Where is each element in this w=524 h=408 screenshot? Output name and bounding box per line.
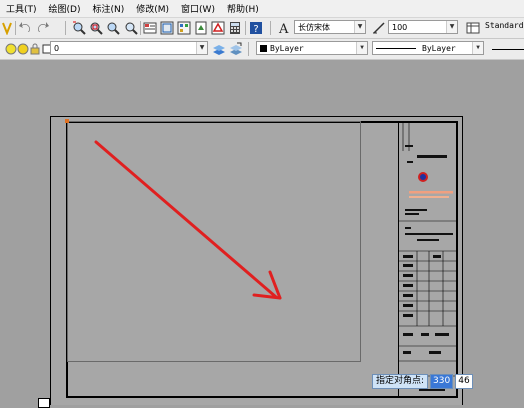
title-block <box>398 121 457 396</box>
dim-style-combo[interactable]: 100 ▼ <box>388 20 458 34</box>
linetype-value: ByLayer <box>422 44 456 53</box>
chevron-down-icon: ▼ <box>356 42 367 54</box>
linetype-sample <box>376 48 416 49</box>
text-style-icon[interactable]: A <box>277 21 291 35</box>
y-input[interactable]: 46 <box>455 373 473 389</box>
viewport-corner-marker <box>65 119 69 123</box>
pan-icon[interactable] <box>0 21 14 35</box>
x-input[interactable]: 330 <box>430 373 454 389</box>
text-style-value: 长仿宋体 <box>298 23 330 32</box>
chevron-down-icon: ▼ <box>354 21 365 33</box>
layers-toolbar: 0 ▼ ByLayer ▼ ByLayer ▼ <box>0 39 524 60</box>
zoom-extents-icon[interactable] <box>124 21 138 35</box>
menu-tools[interactable]: 工具(T) <box>0 2 43 15</box>
dim-style-icon[interactable] <box>372 21 386 35</box>
menu-window[interactable]: 窗口(W) <box>175 2 221 15</box>
zoom-previous-icon[interactable] <box>106 21 120 35</box>
tool-palette-icon[interactable] <box>177 21 191 35</box>
linetype-combo[interactable]: ByLayer ▼ <box>372 41 484 55</box>
menu-dimension[interactable]: 标注(N) <box>86 2 130 15</box>
zoom-realtime-icon[interactable] <box>72 21 86 35</box>
color-value: ByLayer <box>270 44 304 53</box>
ucs-icon <box>38 398 50 408</box>
standard-toolbar: ? A 长仿宋体 ▼ 100 ▼ Standard <box>0 18 524 39</box>
layer-combo[interactable]: 0 ▼ <box>50 41 208 55</box>
text-height-value: 100 <box>392 23 408 32</box>
menu-modify[interactable]: 修改(M) <box>130 2 175 15</box>
zoom-window-icon[interactable] <box>89 21 103 35</box>
markup-icon[interactable] <box>211 21 225 35</box>
chevron-down-icon: ▼ <box>196 42 207 54</box>
properties-icon[interactable] <box>143 21 157 35</box>
dynamic-input-prompt: 指定对角点: 330 46 <box>372 373 473 389</box>
menu-bar: 工具(T) 绘图(D) 标注(N) 修改(M) 窗口(W) 帮助(H) <box>0 0 524 18</box>
current-layer-value: 0 <box>54 44 60 53</box>
calculator-icon[interactable] <box>228 21 242 35</box>
sheet-set-icon[interactable] <box>194 21 208 35</box>
design-center-icon[interactable] <box>160 21 174 35</box>
prompt-label: 指定对角点: <box>372 373 429 389</box>
help-icon[interactable]: ? <box>249 21 263 35</box>
undo-icon[interactable] <box>18 21 32 35</box>
layer-previous-icon[interactable] <box>229 42 243 56</box>
table-style-icon[interactable] <box>466 21 480 35</box>
menu-help[interactable]: 帮助(H) <box>221 2 265 15</box>
svg-text:?: ? <box>253 24 258 35</box>
lineweight-sample[interactable] <box>492 49 524 50</box>
chevron-down-icon: ▼ <box>472 42 483 54</box>
color-swatch <box>260 45 267 52</box>
text-style-combo[interactable]: 长仿宋体 ▼ <box>294 20 366 34</box>
chevron-down-icon: ▼ <box>446 21 457 33</box>
color-combo[interactable]: ByLayer ▼ <box>256 41 368 55</box>
redo-icon[interactable] <box>36 21 50 35</box>
table-style-value[interactable]: Standard <box>485 21 524 30</box>
layout-viewport[interactable] <box>67 121 361 362</box>
menu-draw[interactable]: 绘图(D) <box>43 2 87 15</box>
layer-manager-icon[interactable] <box>212 42 226 56</box>
svg-text:A: A <box>278 22 289 35</box>
